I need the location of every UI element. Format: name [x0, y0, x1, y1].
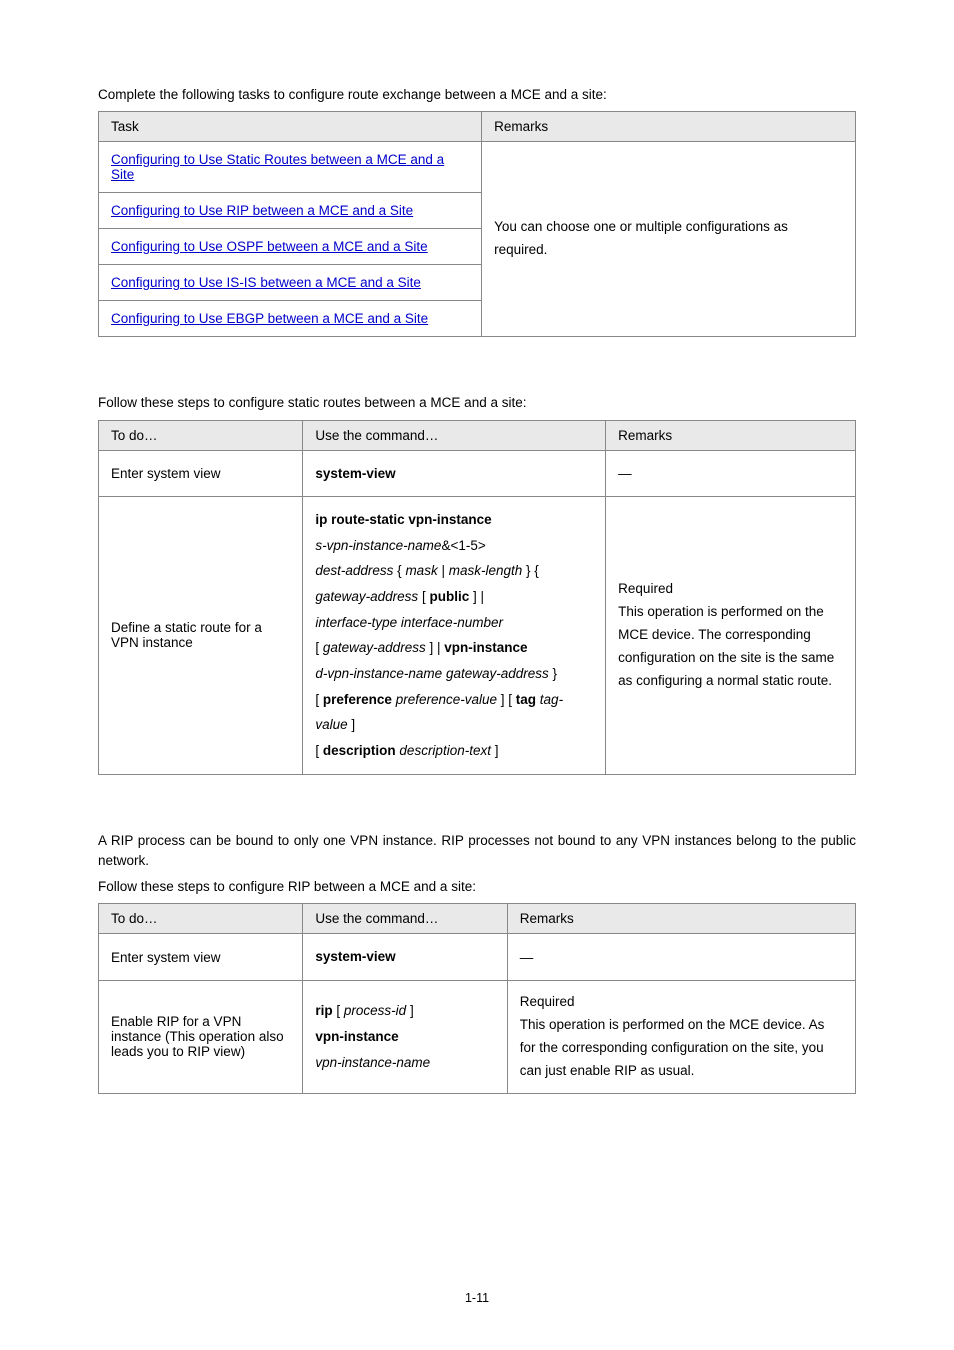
rip-row2-todo: Enable RIP for a VPN instance (This oper… — [99, 980, 303, 1093]
st-row2-remarks: Required This operation is performed on … — [606, 497, 856, 774]
st-row1-cmd: system-view — [303, 450, 606, 497]
rip-section-intro1: A RIP process can be bound to only one V… — [98, 831, 856, 872]
rip-table: To do… Use the command… Remarks Enter sy… — [98, 903, 856, 1093]
st-row1-todo: Enter system view — [99, 450, 303, 497]
table-row: Configuring to Use Static Routes between… — [99, 142, 482, 193]
link-isis[interactable]: Configuring to Use IS-IS between a MCE a… — [111, 275, 421, 290]
page-footer: 1-11 — [0, 1291, 954, 1305]
rip-row1-cmd: system-view — [303, 934, 507, 981]
rip-header-remarks: Remarks — [507, 904, 855, 934]
rip-header-todo: To do… — [99, 904, 303, 934]
t1-header-remarks: Remarks — [482, 112, 856, 142]
rip-row2-remarks: Required This operation is performed on … — [507, 980, 855, 1093]
t1-header-task: Task — [99, 112, 482, 142]
t1-remarks-cell: You can choose one or multiple configura… — [482, 142, 856, 337]
static-section-intro: Follow these steps to configure static r… — [98, 393, 856, 413]
st-row2-cmd: ip route-static vpn-instance s-vpn-insta… — [303, 497, 606, 774]
table-row: Configuring to Use EBGP between a MCE an… — [99, 301, 482, 337]
link-ospf[interactable]: Configuring to Use OSPF between a MCE an… — [111, 239, 428, 254]
task-table-1: Task Remarks Configuring to Use Static R… — [98, 111, 856, 337]
st-header-cmd: Use the command… — [303, 420, 606, 450]
rip-header-cmd: Use the command… — [303, 904, 507, 934]
rip-section-intro2: Follow these steps to configure RIP betw… — [98, 877, 856, 897]
static-route-table: To do… Use the command… Remarks Enter sy… — [98, 420, 856, 775]
intro-text-1: Complete the following tasks to configur… — [98, 85, 856, 105]
st-row2-todo: Define a static route for a VPN instance — [99, 497, 303, 774]
table-row: Configuring to Use RIP between a MCE and… — [99, 193, 482, 229]
table-row: Configuring to Use OSPF between a MCE an… — [99, 229, 482, 265]
table-row: Configuring to Use IS-IS between a MCE a… — [99, 265, 482, 301]
link-static-routes[interactable]: Configuring to Use Static Routes between… — [111, 152, 444, 182]
link-rip[interactable]: Configuring to Use RIP between a MCE and… — [111, 203, 413, 218]
st-header-todo: To do… — [99, 420, 303, 450]
rip-row1-remarks: — — [507, 934, 855, 981]
st-row1-remarks: — — [606, 450, 856, 497]
rip-row2-cmd: rip [ process-id ] vpn-instance vpn-inst… — [303, 980, 507, 1093]
rip-row1-todo: Enter system view — [99, 934, 303, 981]
link-ebgp[interactable]: Configuring to Use EBGP between a MCE an… — [111, 311, 428, 326]
st-header-remarks: Remarks — [606, 420, 856, 450]
